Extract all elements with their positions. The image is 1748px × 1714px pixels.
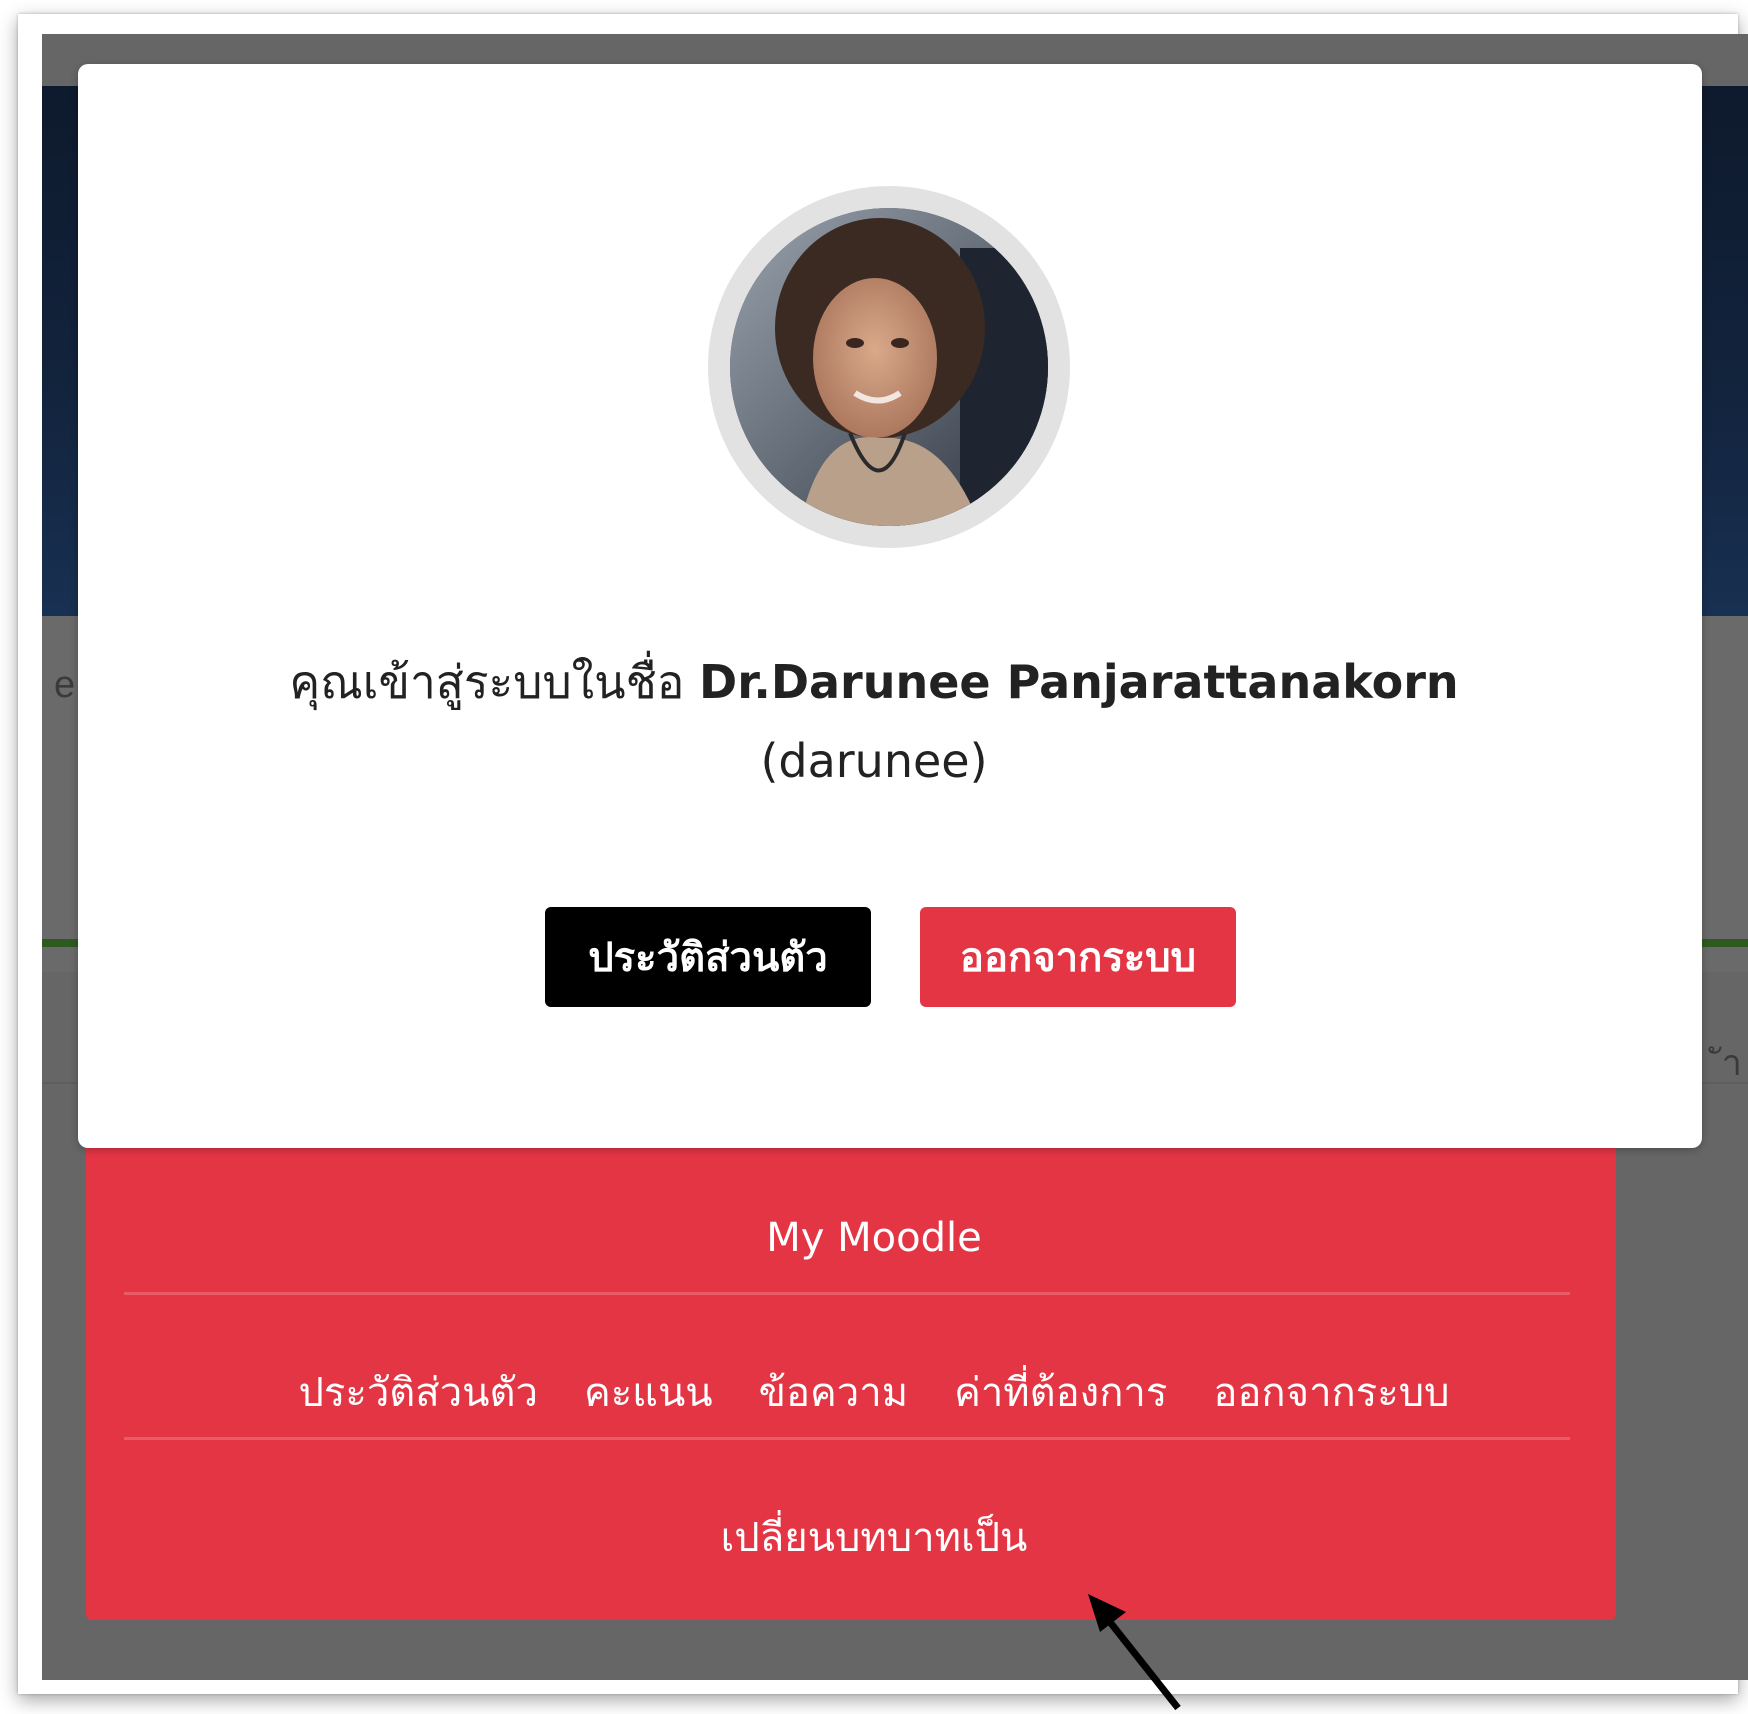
profile-button[interactable]: ประวัติส่วนตัว [545,907,871,1007]
annotation-arrow-icon [1088,1594,1181,1711]
user-full-name: Dr.Darunee Panjarattanakorn [699,655,1459,709]
menu-row-switch-role: เปลี่ยนบทบาทเป็น [0,1505,1748,1569]
logged-in-as-text: คุณเข้าสู่ระบบในชื่อ Dr.Darunee Panjarat… [0,646,1748,719]
grades-link[interactable]: คะแนน [584,1360,713,1424]
avatar [708,186,1070,548]
background-text-fragment: ัา [1721,1042,1742,1083]
messages-link[interactable]: ข้อความ [759,1360,908,1424]
menu-divider [124,1437,1570,1440]
user-photo [730,208,1048,526]
logout-link[interactable]: ออกจากระบบ [1213,1360,1449,1424]
username-text: (darunee) [760,734,988,788]
my-moodle-link[interactable]: My Moodle [766,1215,981,1261]
profile-link[interactable]: ประวัติส่วนตัว [298,1360,537,1424]
menu-row-my-moodle: My Moodle [0,1215,1748,1261]
menu-row-user-links: ประวัติส่วนตัว คะแนน ข้อความ ค่าที่ต้องก… [0,1360,1748,1424]
preferences-link[interactable]: ค่าที่ต้องการ [954,1360,1167,1424]
logout-button[interactable]: ออกจากระบบ [920,907,1236,1007]
menu-divider [124,1292,1570,1295]
switch-role-link[interactable]: เปลี่ยนบทบาทเป็น [721,1515,1028,1561]
login-prefix: คุณเข้าสู่ระบบในชื่อ [289,655,685,709]
